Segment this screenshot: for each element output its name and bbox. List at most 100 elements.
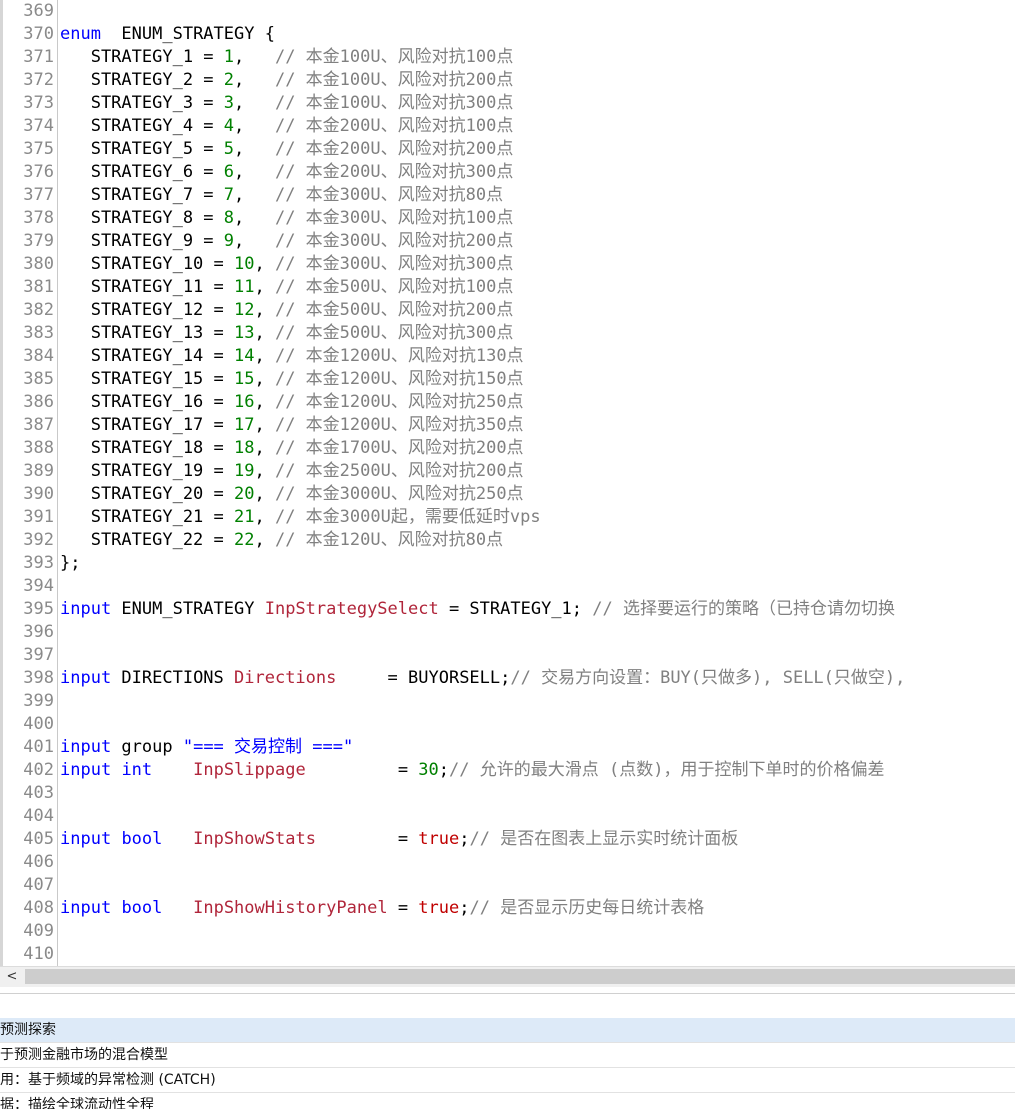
code-token: // 本金300U、风险对抗200点 [274,231,514,251]
code-token: STRATEGY_19 = [60,461,234,481]
code-editor[interactable]: 369 370 enum ENUM_STRATEGY {371 STRATEGY_1… [0,0,1015,966]
code-token: // 本金1200U、风险对抗250点 [274,392,524,412]
code-text: STRATEGY_18 = 18, // 本金1700U、风险对抗200点 [60,437,524,460]
code-token: // 本金2500U、风险对抗200点 [274,461,524,481]
code-token: ENUM_STRATEGY { [100,24,275,44]
scrollbar-thumb[interactable] [25,969,1015,984]
code-token: input [60,737,112,757]
code-token: // 本金500U、风险对抗300点 [274,323,514,343]
line-number: 407 [23,875,54,895]
code-token: // 本金300U、风险对抗80点 [274,185,504,205]
code-token: // 本金3000U、风险对抗250点 [274,484,524,504]
code-text: STRATEGY_4 = 4, // 本金200U、风险对抗100点 [60,115,514,138]
code-token: STRATEGY_18 = [60,438,234,458]
line-number: 379 [23,231,54,251]
code-token: 10 [234,254,255,274]
bottom-panel-list: 预测探索 于预测金融市场的混合模型用：基于频域的异常检测 (CATCH) 据：描绘全… [0,1018,1015,1109]
code-token: STRATEGY_4 = [60,116,224,136]
code-token: 7 [223,185,235,205]
code-token: 6 [223,162,235,182]
code-token: // 本金500U、风险对抗100点 [274,277,514,297]
code-token: // 本金120U、风险对抗80点 [274,530,504,550]
code-token: , [254,530,275,550]
line-number: 389 [23,461,54,481]
list-item-label: 用：基于频域的异常检测 (CATCH) [0,1072,216,1088]
code-token: // 本金200U、风险对抗200点 [274,139,514,159]
code-token: , [254,507,275,527]
code-token: , [234,116,275,136]
code-token: = STRATEGY_1; [438,599,593,619]
code-text: STRATEGY_10 = 10, // 本金300U、风险对抗300点 [60,253,514,276]
code-text: STRATEGY_12 = 12, // 本金500U、风险对抗200点 [60,299,514,322]
code-token: , [234,208,275,228]
line-number: 375 [23,139,54,159]
code-text: STRATEGY_22 = 22, // 本金120U、风险对抗80点 [60,529,503,552]
line-number: 388 [23,438,54,458]
code-token: 20 [234,484,255,504]
code-token: 8 [223,208,235,228]
code-token: // 本金1200U、风险对抗350点 [274,415,524,435]
code-text: STRATEGY_8 = 8, // 本金300U、风险对抗100点 [60,207,514,230]
list-item[interactable]: 于预测金融市场的混合模型 [0,1043,1015,1068]
code-token: 9 [223,231,235,251]
code-token: int [121,760,153,780]
code-token: input [60,599,112,619]
code-token: ; [438,760,450,780]
code-token: bool [121,898,163,918]
line-number: 374 [23,116,54,136]
code-token: 4 [223,116,235,136]
list-item[interactable]: 预测探索 [0,1018,1015,1043]
code-token: = [305,760,419,780]
code-token: STRATEGY_3 = [60,93,224,113]
code-text: STRATEGY_5 = 5, // 本金200U、风险对抗200点 [60,138,514,161]
line-number: 402 [23,760,54,780]
code-token: STRATEGY_7 = [60,185,224,205]
panel-divider[interactable] [0,987,1015,994]
code-token: STRATEGY_13 = [60,323,234,343]
code-token: 3 [223,93,235,113]
code-text: STRATEGY_14 = 14, // 本金1200U、风险对抗130点 [60,345,524,368]
code-token: // 本金100U、风险对抗100点 [274,47,514,67]
code-token: // 本金200U、风险对抗300点 [274,162,514,182]
line-number: 394 [23,576,54,596]
code-text: STRATEGY_6 = 6, // 本金200U、风险对抗300点 [60,161,514,184]
code-token: STRATEGY_8 = [60,208,224,228]
code-token: , [254,484,275,504]
code-token: , [234,93,275,113]
code-token: // 允许的最大滑点 (点数)，用于控制下单时的价格偏差 [449,760,885,780]
code-token: input [60,898,112,918]
code-token: STRATEGY_20 = [60,484,234,504]
code-text: STRATEGY_16 = 16, // 本金1200U、风险对抗250点 [60,391,524,414]
list-item[interactable]: 据：描绘全球流动性全程 [0,1093,1015,1109]
code-token: // 本金1700U、风险对抗200点 [274,438,524,458]
code-token: input [60,760,112,780]
code-token: input [60,829,112,849]
code-text: input bool InpShowHistoryPanel = true;//… [60,897,704,920]
code-text: STRATEGY_17 = 17, // 本金1200U、风险对抗350点 [60,414,524,437]
code-token: STRATEGY_14 = [60,346,234,366]
code-token: ; [459,829,470,849]
code-token: , [254,415,275,435]
line-number: 408 [23,898,54,918]
line-number: 378 [23,208,54,228]
code-token: InpShowHistoryPanel [193,898,388,918]
code-token: ; [459,898,470,918]
code-token: 17 [234,415,255,435]
code-token: 14 [234,346,255,366]
code-text: enum ENUM_STRATEGY { [60,23,275,46]
code-token: ENUM_STRATEGY [111,599,265,619]
scroll-left-icon[interactable]: < [3,968,21,986]
horizontal-scrollbar[interactable]: < [0,966,1015,987]
code-token: 2 [223,70,235,90]
code-token: true [418,898,460,918]
code-token: // 本金100U、风险对抗200点 [274,70,514,90]
line-number: 385 [23,369,54,389]
code-token: , [234,139,275,159]
code-token: , [234,231,275,251]
code-token: 19 [234,461,255,481]
list-item[interactable]: 用：基于频域的异常检测 (CATCH) [0,1068,1015,1093]
code-token: STRATEGY_2 = [60,70,224,90]
code-text: STRATEGY_2 = 2, // 本金100U、风险对抗200点 [60,69,514,92]
code-token: = [387,898,419,918]
